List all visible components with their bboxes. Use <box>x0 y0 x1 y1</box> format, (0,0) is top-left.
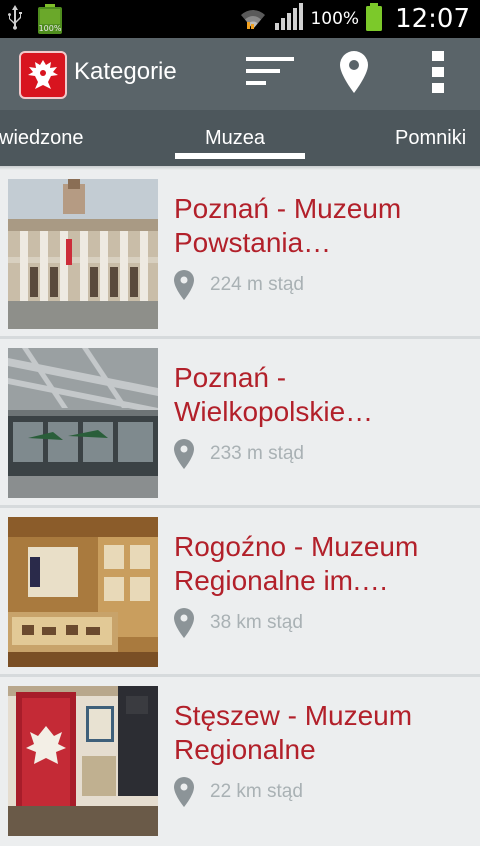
location-pin-icon <box>174 439 194 469</box>
item-distance: 224 m stąd <box>210 274 304 295</box>
signal-icon <box>274 3 304 35</box>
status-bar: 100% 100% 12:07 <box>0 0 480 38</box>
tab-selected-indicator <box>175 153 305 159</box>
overflow-menu-icon <box>431 51 445 97</box>
location-pin-icon <box>174 608 194 638</box>
status-left: 100% <box>6 4 64 34</box>
list-item[interactable]: Stęszew - Muzeum Regionalne 22 km stąd <box>0 677 480 846</box>
list-item[interactable]: Rogoźno - Muzeum Regionalne im.… 38 km s… <box>0 508 480 677</box>
usb-icon <box>6 3 24 35</box>
battery-full-icon: 100% <box>36 4 64 34</box>
location-pin-icon <box>174 777 194 807</box>
status-right: 100% 12:07 <box>238 2 470 36</box>
battery-small-label: 100% <box>38 24 62 33</box>
item-title: Rogoźno - Muzeum Regionalne im.… <box>174 531 419 596</box>
tab-pomniki[interactable]: Pomniki <box>395 110 466 166</box>
battery-icon <box>365 3 383 35</box>
list-item[interactable]: Poznań - Muzeum Powstania… 224 m stąd <box>0 170 480 339</box>
action-bar: Kategorie <box>0 38 480 110</box>
list-item[interactable]: Poznań - Wielkopolskie… 233 m stąd <box>0 339 480 508</box>
item-title: Poznań - Muzeum Powstania… <box>174 193 402 258</box>
sort-icon <box>245 55 295 93</box>
location-pin-icon <box>340 51 368 97</box>
wifi-icon <box>238 3 268 35</box>
item-distance: 233 m stąd <box>210 443 304 464</box>
location-pin-icon <box>174 270 194 300</box>
museum-photo <box>8 517 158 667</box>
map-button[interactable] <box>326 38 382 110</box>
sort-button[interactable] <box>240 38 300 110</box>
museum-photo <box>8 686 158 836</box>
clock: 12:07 <box>395 4 470 34</box>
item-title: Poznań - Wielkopolskie… <box>174 362 374 427</box>
museum-photo <box>8 179 158 329</box>
tab-odwiedzone[interactable]: wiedzone <box>0 110 84 166</box>
app-title: Kategorie <box>74 58 177 85</box>
museum-photo <box>8 348 158 498</box>
item-distance: 38 km stąd <box>210 612 303 633</box>
item-title: Stęszew - Muzeum Regionalne <box>174 700 413 765</box>
app-logo-eagle-icon[interactable] <box>19 51 67 99</box>
overflow-menu-button[interactable] <box>412 38 464 110</box>
battery-percent: 100% <box>310 9 360 29</box>
